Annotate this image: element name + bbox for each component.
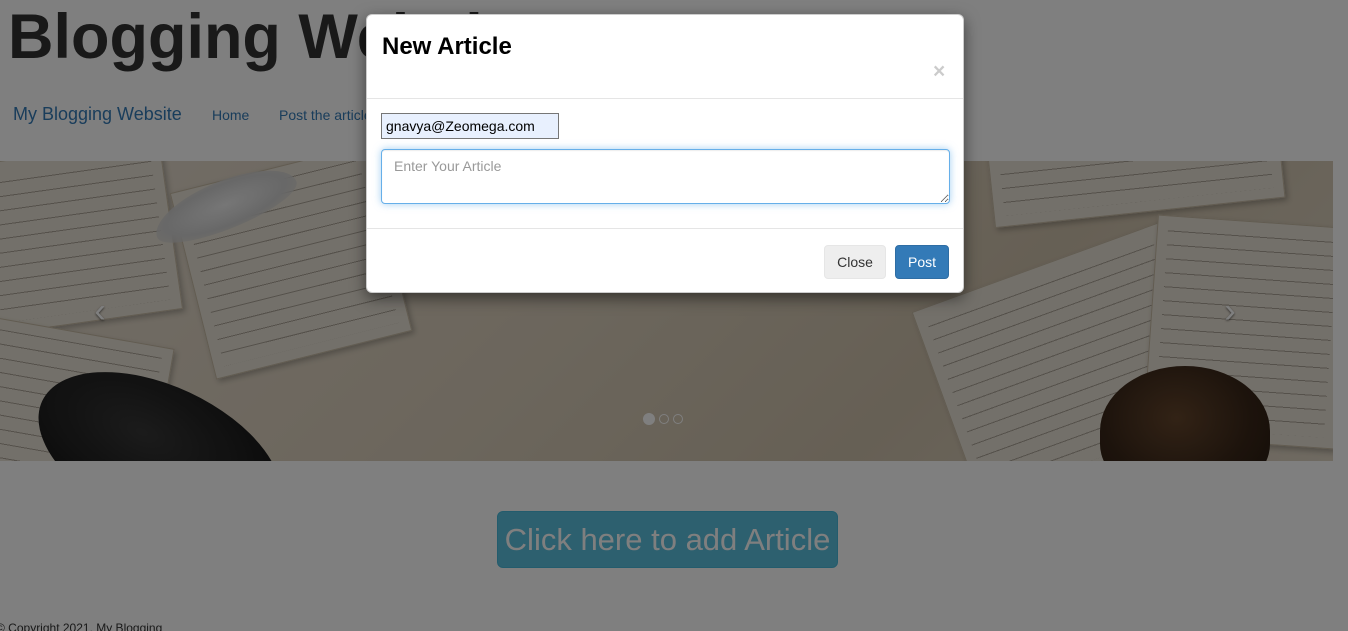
modal-title: New Article — [382, 33, 512, 60]
email-field[interactable] — [381, 113, 559, 139]
modal-footer: Close Post — [367, 228, 963, 293]
article-textarea[interactable] — [381, 149, 950, 204]
close-button[interactable]: Close — [824, 245, 886, 279]
close-icon[interactable]: × — [933, 60, 945, 84]
modal-header: New Article × — [367, 15, 963, 99]
page: Blogging Website My Blogging Website Hom… — [0, 0, 1348, 631]
new-article-modal: New Article × Close Post — [366, 14, 964, 293]
post-button[interactable]: Post — [895, 245, 949, 279]
